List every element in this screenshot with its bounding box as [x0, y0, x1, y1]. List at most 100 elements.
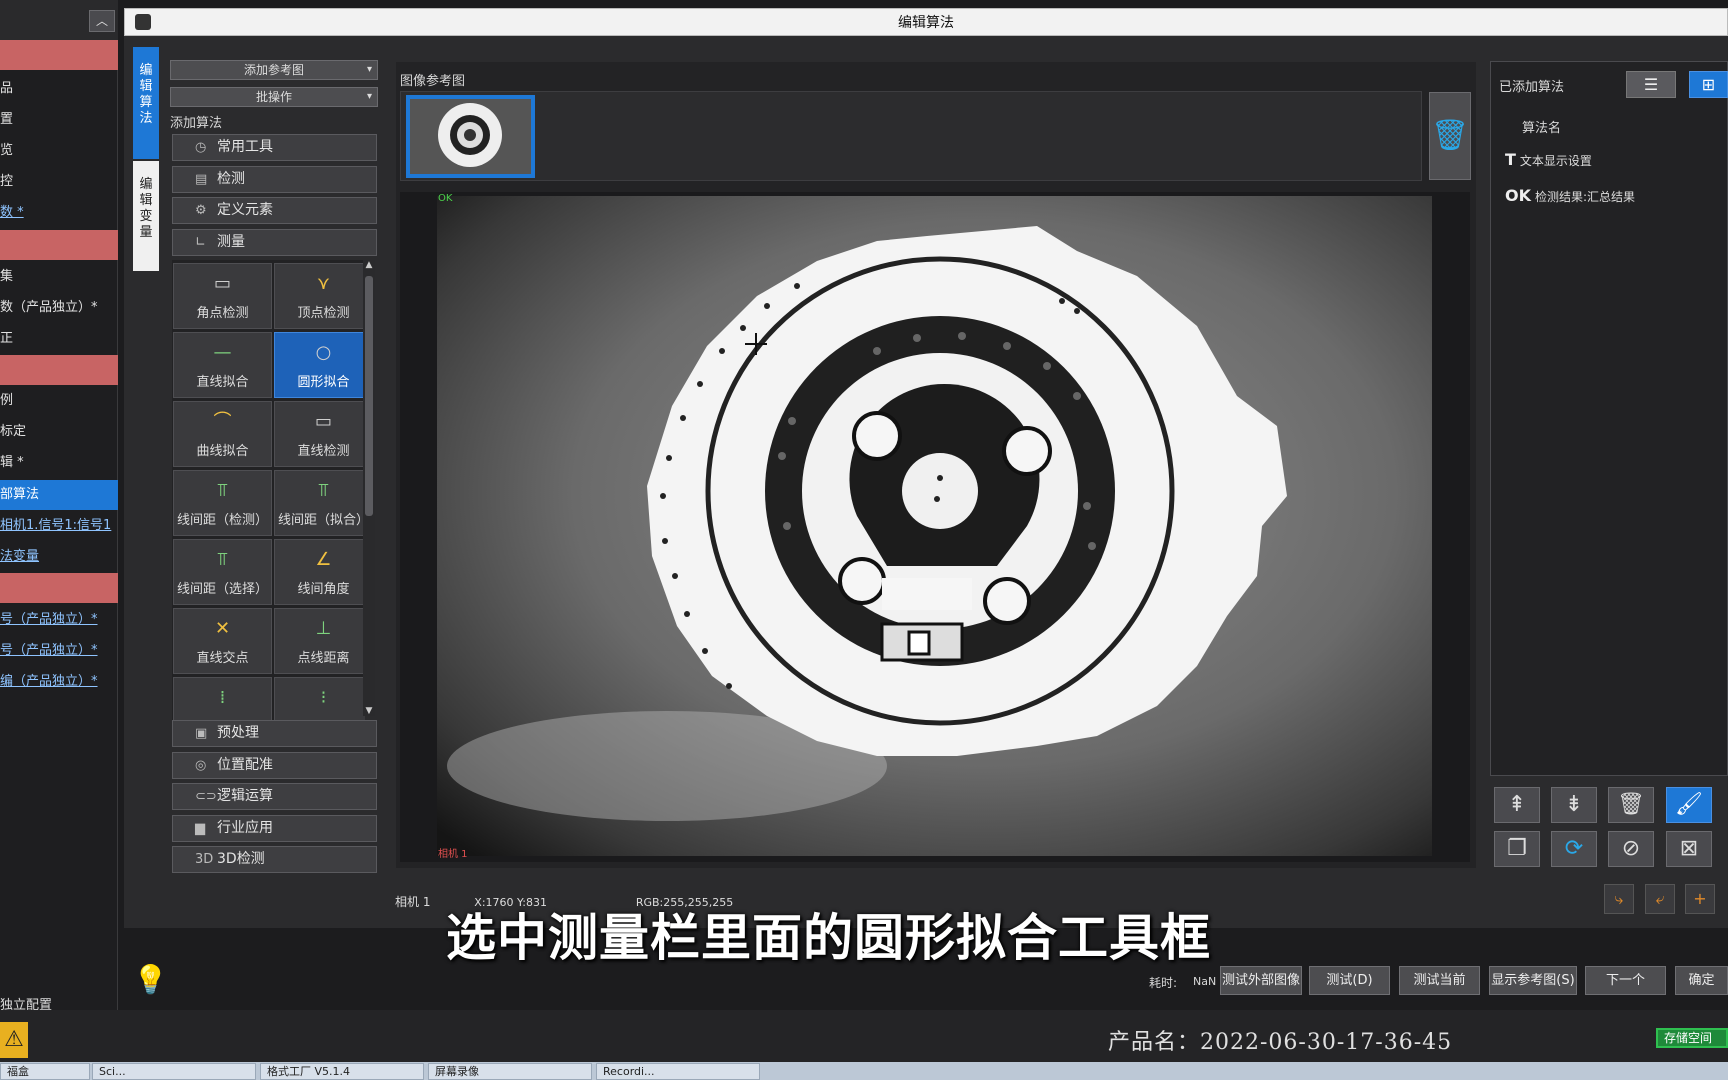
category-image[interactable]: ▣ 预处理 [172, 720, 377, 747]
thumbnail-image [410, 99, 531, 174]
inspection-image[interactable] [437, 196, 1432, 856]
warning-icon[interactable]: ⚠ [0, 1022, 28, 1058]
sidebar-item[interactable]: 数 * [0, 198, 118, 228]
delete-algorithm-trash-icon[interactable]: 🗑 [1608, 787, 1654, 823]
crosshair-add-icon[interactable]: + [1685, 884, 1715, 914]
test-current-button[interactable]: 测试当前 [1399, 966, 1480, 995]
category-target[interactable]: ◎ 位置配准 [172, 751, 377, 779]
tool-line-fit[interactable]: — 直线拟合 [173, 332, 272, 398]
taskbar-item[interactable]: 福盒 [0, 1063, 90, 1080]
tool-line-intersection[interactable]: ✕ 直线交点 [173, 608, 272, 674]
show-reference-button[interactable]: 显示参考图(S) [1489, 966, 1577, 995]
tool-circle-fit[interactable]: ○ 圆形拟合 [274, 332, 365, 398]
clear-brush-icon[interactable]: 🖌 [1666, 787, 1712, 823]
path-edit-icon[interactable]: ⤶ [1645, 884, 1675, 914]
delete-reference-trash-icon[interactable]: 🗑 [1429, 92, 1471, 180]
category-briefcase[interactable]: ▆ 行业应用 [172, 814, 377, 842]
tool-grid-scrollbar[interactable]: ▲ ▼ [363, 260, 375, 716]
sidebar-item[interactable]: 辑 * [0, 448, 118, 478]
taskbar-item[interactable]: Sci... [92, 1063, 256, 1080]
sidebar-item[interactable]: 置 [0, 105, 118, 135]
tool-point-line-distance[interactable]: ⊥ 点线距离 [274, 608, 365, 674]
remove-image-icon[interactable]: ⊠ [1666, 831, 1712, 867]
sidebar-item[interactable] [0, 230, 118, 260]
test-external-image-button[interactable]: 测试外部图像 [1220, 966, 1302, 995]
path-tool-icon[interactable]: ⤷ [1604, 884, 1634, 914]
sidebar-item[interactable]: 数（产品独立）* [0, 293, 118, 323]
tool-label: 角点检测 [196, 306, 249, 321]
added-algorithm-item[interactable]: OK 检测结果:汇总结果 [1505, 186, 1635, 205]
move-to-top-icon[interactable]: ⇞ [1494, 787, 1540, 823]
confirm-button[interactable]: 确定 [1675, 966, 1728, 995]
taskbar-item[interactable]: 屏幕录像 [428, 1063, 592, 1080]
category-gear[interactable]: ⚙ 定义元素 [172, 197, 377, 224]
algorithm-label: 检测结果:汇总结果 [1535, 190, 1636, 204]
sidebar-item[interactable]: 控 [0, 167, 118, 197]
category-ruler[interactable]: ∟ 测量 [172, 228, 377, 256]
sidebar-item[interactable]: 例 [0, 386, 118, 416]
taskbar-item[interactable]: Recordi... [596, 1063, 760, 1080]
sidebar-item[interactable]: 法变量 [0, 542, 118, 572]
algorithm-badge: T [1505, 150, 1516, 169]
thumbnail-part-graphic [410, 99, 531, 174]
refresh-icon[interactable]: ⟳ [1551, 831, 1597, 867]
sidebar-item[interactable]: 号（产品独立）* [0, 636, 118, 666]
category-inspect[interactable]: ▤ 检测 [172, 165, 377, 193]
sidebar-item[interactable] [0, 573, 118, 603]
add-reference-dropdown[interactable]: 添加参考图 [170, 60, 378, 80]
next-button[interactable]: 下一个 [1585, 966, 1666, 995]
sidebar-item[interactable]: 览 [0, 136, 118, 166]
test-button[interactable]: 测试(D) [1309, 966, 1390, 995]
line-distance-detect-icon: ⫪ [217, 480, 228, 501]
tab-edit-variable[interactable]: 编辑变量 [133, 161, 159, 271]
category-3d[interactable]: 3D 3D检测 [172, 846, 377, 873]
move-to-bottom-icon[interactable]: ⇟ [1551, 787, 1597, 823]
reference-thumbnail[interactable] [406, 95, 535, 178]
disable-icon[interactable]: ⊘ [1608, 831, 1654, 867]
tool-label: 圆形拟合 [297, 375, 350, 390]
tool-corner-detect[interactable]: ▭ 角点检测 [173, 263, 272, 329]
tool-line-distance-select[interactable]: ⫪ 线间距（选择） [173, 539, 272, 605]
scroll-thumb[interactable] [365, 276, 373, 516]
tool-point-tool[interactable]: ⁞ [173, 677, 272, 720]
sidebar-item[interactable] [0, 355, 118, 385]
sidebar-item[interactable]: 编（产品独立）* [0, 667, 118, 697]
batch-operation-dropdown[interactable]: 批操作 [170, 87, 378, 107]
scroll-up-icon[interactable]: ▲ [363, 260, 375, 270]
sidebar-item[interactable]: 集 [0, 262, 118, 292]
lightbulb-icon[interactable]: 💡 [133, 963, 168, 996]
collapse-chevron-icon[interactable]: ︿ [89, 10, 115, 32]
status-camera: 相机 1 [395, 895, 431, 909]
corner-detect-icon: ▭ [213, 273, 231, 294]
category-label: 测量 [217, 233, 245, 250]
sidebar-item[interactable]: 部算法 [0, 480, 118, 510]
sidebar-item[interactable]: 品 [0, 74, 118, 104]
circle-fit-icon: ○ [315, 342, 332, 363]
sidebar-item[interactable]: 号（产品独立）* [0, 605, 118, 635]
sidebar-item[interactable]: 标定 [0, 417, 118, 447]
tool-line-angle[interactable]: ∠ 线间角度 [274, 539, 365, 605]
tool-vertex-detect[interactable]: ⋎ 顶点检测 [274, 263, 365, 329]
list-view-icon[interactable]: ☰ [1626, 71, 1676, 98]
sidebar-item[interactable]: 正 [0, 324, 118, 354]
category-label: 定义元素 [217, 202, 273, 218]
tool-line-distance-fit[interactable]: ⫪ 线间距（拟合） [274, 470, 365, 536]
tab-edit-variable-label: 编辑变量 [139, 177, 153, 240]
taskbar-item[interactable]: 格式工厂 V5.1.4 [260, 1063, 424, 1080]
copy-icon[interactable]: ❐ [1494, 831, 1540, 867]
tool-point-tool-2[interactable]: ⁝ [274, 677, 365, 720]
tool-line-detect[interactable]: ▭ 直线检测 [274, 401, 365, 467]
added-algorithm-item[interactable]: T 文本显示设置 [1505, 150, 1592, 169]
sidebar-item[interactable]: 相机1.信号1:信号1 [0, 511, 118, 541]
algorithm-label: 文本显示设置 [1519, 154, 1592, 168]
tab-edit-algorithm[interactable]: 编辑算法 [133, 47, 159, 159]
grid-view-icon[interactable]: ⊞ [1689, 71, 1728, 98]
tool-line-distance-detect[interactable]: ⫪ 线间距（检测） [173, 470, 272, 536]
tool-curve-fit[interactable]: ⌒ 曲线拟合 [173, 401, 272, 467]
sidebar-item[interactable] [0, 40, 118, 70]
category-clock[interactable]: ◷ 常用工具 [172, 134, 377, 161]
3d-icon: 3D [195, 852, 214, 867]
ok-indicator: OK [438, 193, 453, 204]
scroll-down-icon[interactable]: ▼ [363, 706, 375, 716]
category-logic[interactable]: ⊂⊃ 逻辑运算 [172, 783, 377, 810]
